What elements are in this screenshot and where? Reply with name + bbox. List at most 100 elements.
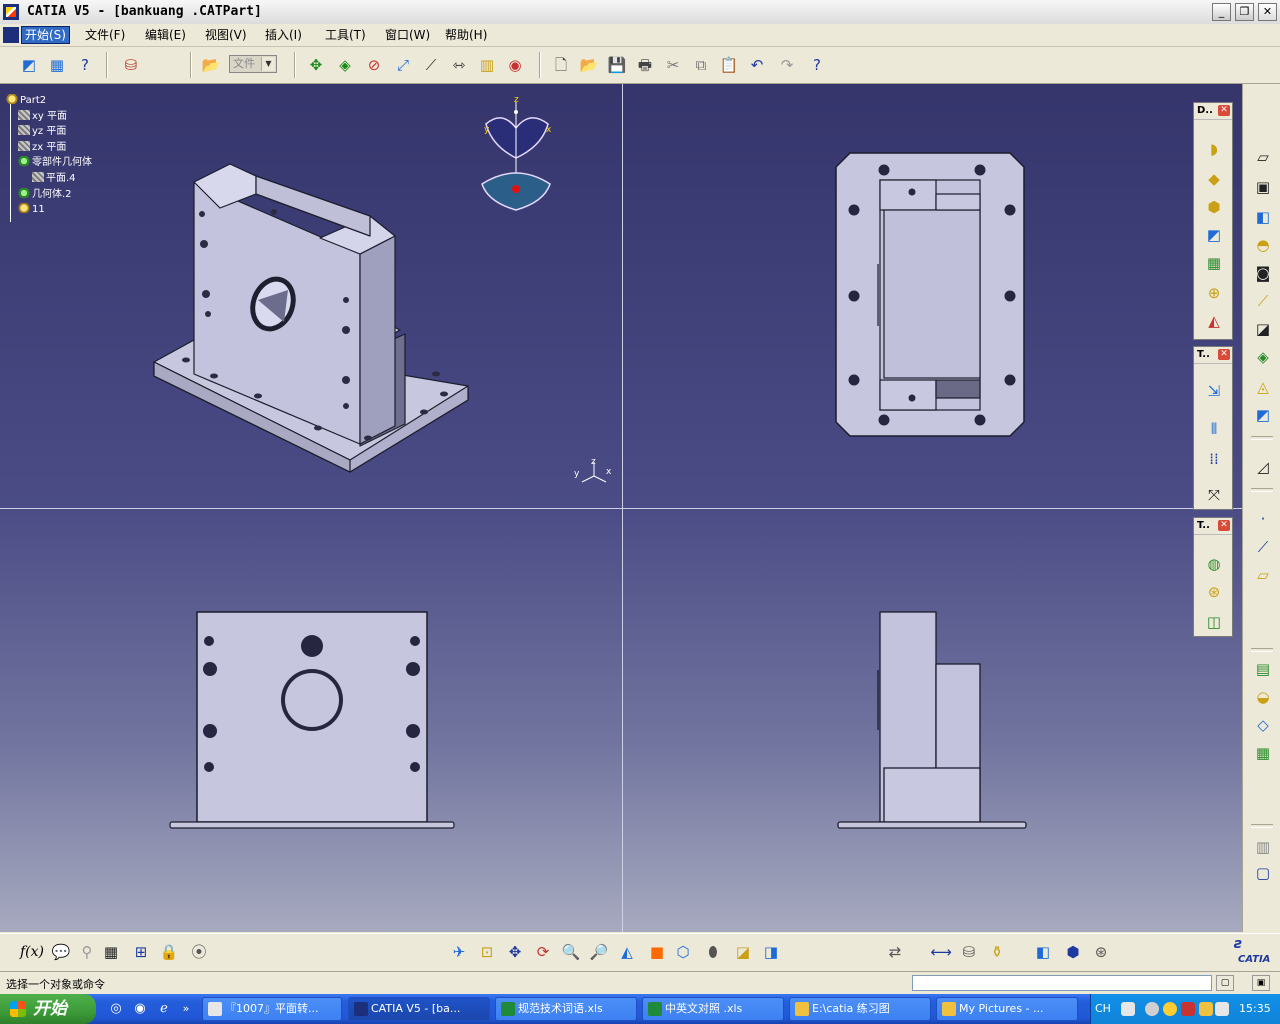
measure-item-icon[interactable]: ⛁ bbox=[958, 941, 980, 963]
save-icon[interactable]: 💾 bbox=[606, 54, 628, 76]
messenger-icon[interactable] bbox=[1163, 1002, 1177, 1016]
zoom-out-icon[interactable]: 🔎 bbox=[588, 941, 610, 963]
replace-face-icon[interactable]: ◭ bbox=[1202, 309, 1226, 333]
undo-icon[interactable]: ↶ bbox=[746, 54, 768, 76]
tray-app-icon-1[interactable] bbox=[1181, 1002, 1195, 1016]
knowledge-icon[interactable]: ⊛ bbox=[1090, 941, 1112, 963]
minimize-button[interactable]: _ bbox=[1212, 3, 1231, 21]
scale-icon[interactable]: ⤧ bbox=[1202, 483, 1226, 507]
status-button-1[interactable]: ▢ bbox=[1216, 975, 1234, 991]
normal-view-bottom-icon[interactable]: ◭ bbox=[616, 941, 638, 963]
thickness-icon[interactable]: ▤ bbox=[1252, 658, 1274, 680]
line-icon[interactable]: ⟋ bbox=[1252, 536, 1274, 558]
apply-material-bottom-icon[interactable]: ◧ bbox=[1032, 941, 1054, 963]
remove-loft-icon[interactable]: ◩ bbox=[1252, 404, 1274, 426]
menu-help[interactable]: 帮助(H) bbox=[442, 27, 490, 43]
lock-icon[interactable]: 🔒 bbox=[158, 941, 180, 963]
stiffener-icon[interactable]: ◈ bbox=[1252, 346, 1274, 368]
shell-icon[interactable]: ◩ bbox=[1202, 223, 1226, 247]
swap-space-icon[interactable]: ◨ bbox=[760, 941, 782, 963]
fit-all-icon[interactable]: ◈ bbox=[334, 54, 356, 76]
paste-icon[interactable]: 📋 bbox=[718, 54, 740, 76]
sketch-analysis-icon[interactable]: ◉ bbox=[504, 54, 526, 76]
document-icon[interactable] bbox=[3, 27, 19, 43]
front-view[interactable] bbox=[166, 608, 458, 830]
menu-tools[interactable]: 工具(T) bbox=[322, 27, 369, 43]
command-input[interactable] bbox=[912, 975, 1212, 991]
panel-close-button[interactable]: ✕ bbox=[1218, 520, 1230, 531]
update-icon[interactable]: ◍ bbox=[1202, 552, 1226, 576]
normal-view-icon[interactable]: ⤢ bbox=[392, 54, 414, 76]
chamfer-icon[interactable]: ◆ bbox=[1202, 167, 1226, 191]
loft-icon[interactable]: ◬ bbox=[1252, 376, 1274, 398]
fly-mode-icon[interactable]: ✈ bbox=[448, 941, 470, 963]
shaft-icon[interactable]: ◧ bbox=[1252, 206, 1274, 228]
tree-node-11[interactable]: 11 bbox=[18, 203, 45, 217]
draft-icon[interactable]: ⬢ bbox=[1202, 195, 1226, 219]
menu-view[interactable]: 视图(V) bbox=[202, 27, 250, 43]
apply-material-icon[interactable]: ▢ bbox=[1252, 862, 1274, 884]
status-button-2[interactable]: ▣ bbox=[1252, 975, 1270, 991]
quicklaunch-more-icon[interactable]: » bbox=[178, 1001, 194, 1017]
menu-edit[interactable]: 编辑(E) bbox=[142, 27, 189, 43]
iso-view-icon[interactable]: ⬡ bbox=[672, 941, 694, 963]
multi-view-icon[interactable]: ▦ bbox=[46, 54, 68, 76]
menu-file[interactable]: 文件(F) bbox=[82, 27, 128, 43]
split-icon[interactable]: ◒ bbox=[1252, 686, 1274, 708]
comment-icon[interactable]: 💬 bbox=[50, 941, 72, 963]
pattern-icon[interactable]: ⁞⁞ bbox=[1202, 447, 1226, 471]
pan-icon[interactable]: ✥ bbox=[305, 54, 327, 76]
close-button[interactable]: ✕ bbox=[1258, 3, 1277, 21]
rotate-icon[interactable]: ⟳ bbox=[532, 941, 554, 963]
slot-icon[interactable]: ◪ bbox=[1252, 318, 1274, 340]
panel-close-button[interactable]: ✕ bbox=[1218, 105, 1230, 116]
translate-icon[interactable]: ⇲ bbox=[1202, 379, 1226, 403]
tray-expand-icon[interactable] bbox=[1145, 1002, 1159, 1016]
measure-between-icon[interactable]: ⟷ bbox=[930, 941, 952, 963]
tree-node-body-2[interactable]: 几何体.2 bbox=[18, 188, 72, 202]
ruler-icon[interactable]: ▥ bbox=[476, 54, 498, 76]
link-icon[interactable]: ⚲ bbox=[76, 941, 98, 963]
catia-app-icon[interactable] bbox=[3, 4, 19, 20]
shading-icon[interactable]: ⬮ bbox=[702, 941, 724, 963]
task-item-4[interactable]: 中英文对照 .xls bbox=[642, 997, 784, 1021]
parameter-icon[interactable]: ⬢ bbox=[1062, 941, 1084, 963]
top-view[interactable] bbox=[832, 148, 1032, 442]
pad-icon[interactable]: ▱ bbox=[1252, 146, 1274, 168]
dimension-icon[interactable]: ⇿ bbox=[448, 54, 470, 76]
select-mode-icon[interactable]: ◩ bbox=[18, 54, 40, 76]
tray-app-icon-2[interactable] bbox=[1199, 1002, 1213, 1016]
panel-close-button[interactable]: ✕ bbox=[1218, 349, 1230, 360]
side-view[interactable] bbox=[834, 608, 1030, 830]
task-item-5[interactable]: E:\catia 练习图 bbox=[789, 997, 931, 1021]
open-icon[interactable]: 📂 bbox=[578, 54, 600, 76]
copy-icon[interactable]: ⧉ bbox=[690, 54, 712, 76]
keyboard-icon[interactable] bbox=[1121, 1002, 1135, 1016]
print-icon[interactable]: 🖶 bbox=[634, 54, 656, 76]
close-surface-icon[interactable]: ▦ bbox=[1252, 742, 1274, 764]
sketch-icon[interactable]: ◿ bbox=[1252, 456, 1274, 478]
tree-node-zx-plane[interactable]: zx 平面 bbox=[18, 141, 66, 155]
tree-node-xy-plane[interactable]: xy 平面 bbox=[18, 110, 67, 124]
input-language[interactable]: CH bbox=[1095, 1002, 1111, 1015]
hide-show-icon[interactable]: ◪ bbox=[732, 941, 754, 963]
file-combo[interactable]: 文件 ▼ bbox=[229, 55, 277, 73]
work-object-icon[interactable]: ◫ bbox=[1202, 610, 1226, 634]
quicklaunch-icon-2[interactable]: ◉ bbox=[132, 1001, 148, 1017]
tree-node-plane-4[interactable]: 平面.4 bbox=[32, 172, 76, 186]
start-button[interactable]: 开始 bbox=[0, 994, 96, 1024]
measure-icon[interactable]: ⟋ bbox=[420, 54, 442, 76]
new-icon[interactable]: 🗋 bbox=[550, 54, 572, 76]
restore-button[interactable]: ❐ bbox=[1235, 3, 1254, 21]
no-show-icon[interactable]: ⊘ bbox=[363, 54, 385, 76]
open-folder-icon[interactable]: 📂 bbox=[200, 54, 222, 76]
tree-node-part-geometry[interactable]: 零部件几何体 bbox=[18, 156, 92, 170]
fillet-icon[interactable]: ◗ bbox=[1202, 137, 1226, 161]
plane-tool-icon[interactable]: ▱ bbox=[1252, 564, 1274, 586]
3d-viewport[interactable]: Part2 xy 平面 yz 平面 zx 平面 零部件几何体 平面.4 几何体.… bbox=[0, 84, 1242, 932]
pocket-icon[interactable]: ▣ bbox=[1252, 176, 1274, 198]
task-item-catia[interactable]: CATIA V5 - [ba... bbox=[348, 997, 490, 1021]
groove-icon[interactable]: ◓ bbox=[1252, 234, 1274, 256]
formula-icon[interactable]: f(x) bbox=[20, 941, 44, 963]
tree-node-part[interactable]: Part2 bbox=[6, 94, 46, 108]
